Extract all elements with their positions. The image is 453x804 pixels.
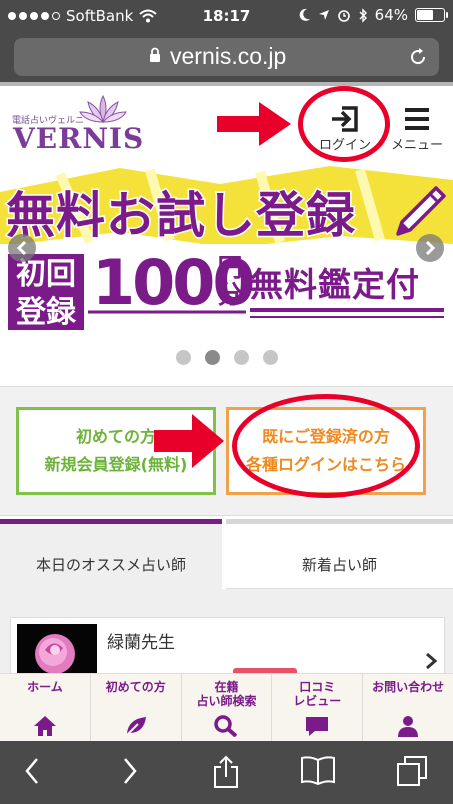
forward-button[interactable] [110, 755, 150, 791]
amount-unit: 円 分 [216, 254, 244, 308]
site-bottom-nav: ホーム 初めての方 在籍 占い師検索 口コミ レビュー お問い合わせ [0, 673, 453, 741]
menu-label: メニュー [390, 138, 443, 153]
chevron-left-icon [16, 240, 27, 256]
share-button[interactable] [206, 755, 246, 791]
search-icon [214, 715, 238, 737]
status-right: 64% [299, 6, 448, 24]
moon-icon [299, 8, 310, 21]
nav-label-line: レビュー [293, 694, 342, 708]
underline [250, 316, 444, 318]
nav-label: 在籍 占い師検索 [182, 680, 272, 708]
tab-today-recommended[interactable]: 本日のオススメ占い師 [0, 519, 222, 589]
reload-icon[interactable] [407, 46, 429, 68]
lock-icon [150, 47, 160, 62]
bookmarks-button[interactable] [298, 755, 338, 791]
nav-label: 初めての方 [105, 680, 166, 694]
pager-dot[interactable] [175, 350, 191, 365]
annotation-circle [232, 394, 420, 498]
nav-item-home[interactable]: ホーム [0, 674, 91, 741]
location-arrow-icon [318, 10, 329, 20]
banner-title: 無料お試し登録 [4, 186, 357, 246]
slide-prev-button[interactable] [8, 234, 36, 262]
nav-item-reviews[interactable]: 口コミ レビュー [272, 674, 364, 741]
first-registration-line2: 登録 [16, 295, 76, 330]
share-icon [214, 755, 238, 788]
nav-label-line: 占い師検索 [196, 694, 257, 708]
site-logo[interactable]: VERNIS [13, 122, 144, 155]
nav-label: ホーム [27, 680, 63, 694]
underline [250, 308, 444, 312]
leaf-icon [124, 717, 146, 737]
fortune-teller-name: 緑蘭先生 [107, 633, 175, 653]
list-item[interactable]: 緑蘭先生 [10, 617, 445, 678]
slide-next-button[interactable] [416, 234, 444, 262]
nav-label: 口コミ レビュー [272, 680, 362, 708]
tabs-icon [397, 756, 427, 786]
hamburger-menu-icon [405, 108, 429, 130]
book-icon [301, 756, 335, 785]
amount-unit-minute: 分 [217, 280, 243, 309]
fortune-teller-tabs: 本日のオススメ占い師 新着占い師 [0, 519, 453, 589]
chevron-left-icon [25, 758, 38, 784]
first-registration-box: 初回 登録 [6, 252, 86, 332]
amount-unit-yen: 円 [217, 253, 243, 282]
status-bar: SoftBank 18:17 64% [0, 0, 453, 32]
browser-address-bar: vernis.co.jp [0, 32, 453, 82]
pager-dot[interactable] [233, 350, 249, 365]
nav-item-contact[interactable]: お問い合わせ [363, 674, 453, 741]
fortune-teller-photo [17, 624, 97, 676]
fortune-teller-list: 緑蘭先生 [0, 589, 453, 678]
home-icon [33, 716, 56, 736]
menu-button[interactable]: メニュー [382, 100, 452, 160]
annotation-arrow-icon [154, 414, 224, 468]
promo-banner[interactable]: 無料お試し登録 初回 登録 1000 円 分 無料鑑定付 [0, 162, 453, 340]
speech-bubble-icon [306, 717, 329, 736]
nav-item-search[interactable]: 在籍 占い師検索 [182, 674, 273, 741]
battery-percent: 64% [374, 6, 408, 24]
page: SoftBank 18:17 64% vernis.co.jp 電話占いヴェルニ… [0, 0, 453, 804]
chevron-right-icon [426, 652, 438, 670]
battery-icon [415, 8, 448, 22]
nav-label-line: 口コミ [299, 680, 336, 694]
chevron-right-icon [124, 758, 137, 784]
free-appraisal-text: 無料鑑定付 [250, 265, 420, 304]
browser-toolbar [0, 741, 453, 804]
pager-dot[interactable] [262, 350, 278, 365]
chevron-right-icon [425, 240, 436, 256]
pencil-icon [396, 186, 446, 236]
nav-label: お問い合わせ [372, 680, 445, 694]
url-field[interactable]: vernis.co.jp [14, 38, 439, 76]
slide-pager[interactable] [0, 350, 453, 370]
url-text: vernis.co.jp [170, 43, 287, 69]
back-button[interactable] [12, 755, 52, 791]
person-icon [398, 716, 419, 737]
pager-dot[interactable] [204, 350, 220, 365]
tabs-button[interactable] [392, 755, 432, 791]
annotation-circle [298, 86, 390, 162]
annotation-arrow-icon [217, 102, 291, 146]
nav-label-line: 在籍 [214, 680, 239, 694]
bluetooth-icon [359, 7, 367, 23]
tab-new-arrivals[interactable]: 新着占い師 [226, 519, 453, 589]
alarm-icon [337, 10, 350, 22]
nav-item-first-time[interactable]: 初めての方 [91, 674, 182, 741]
